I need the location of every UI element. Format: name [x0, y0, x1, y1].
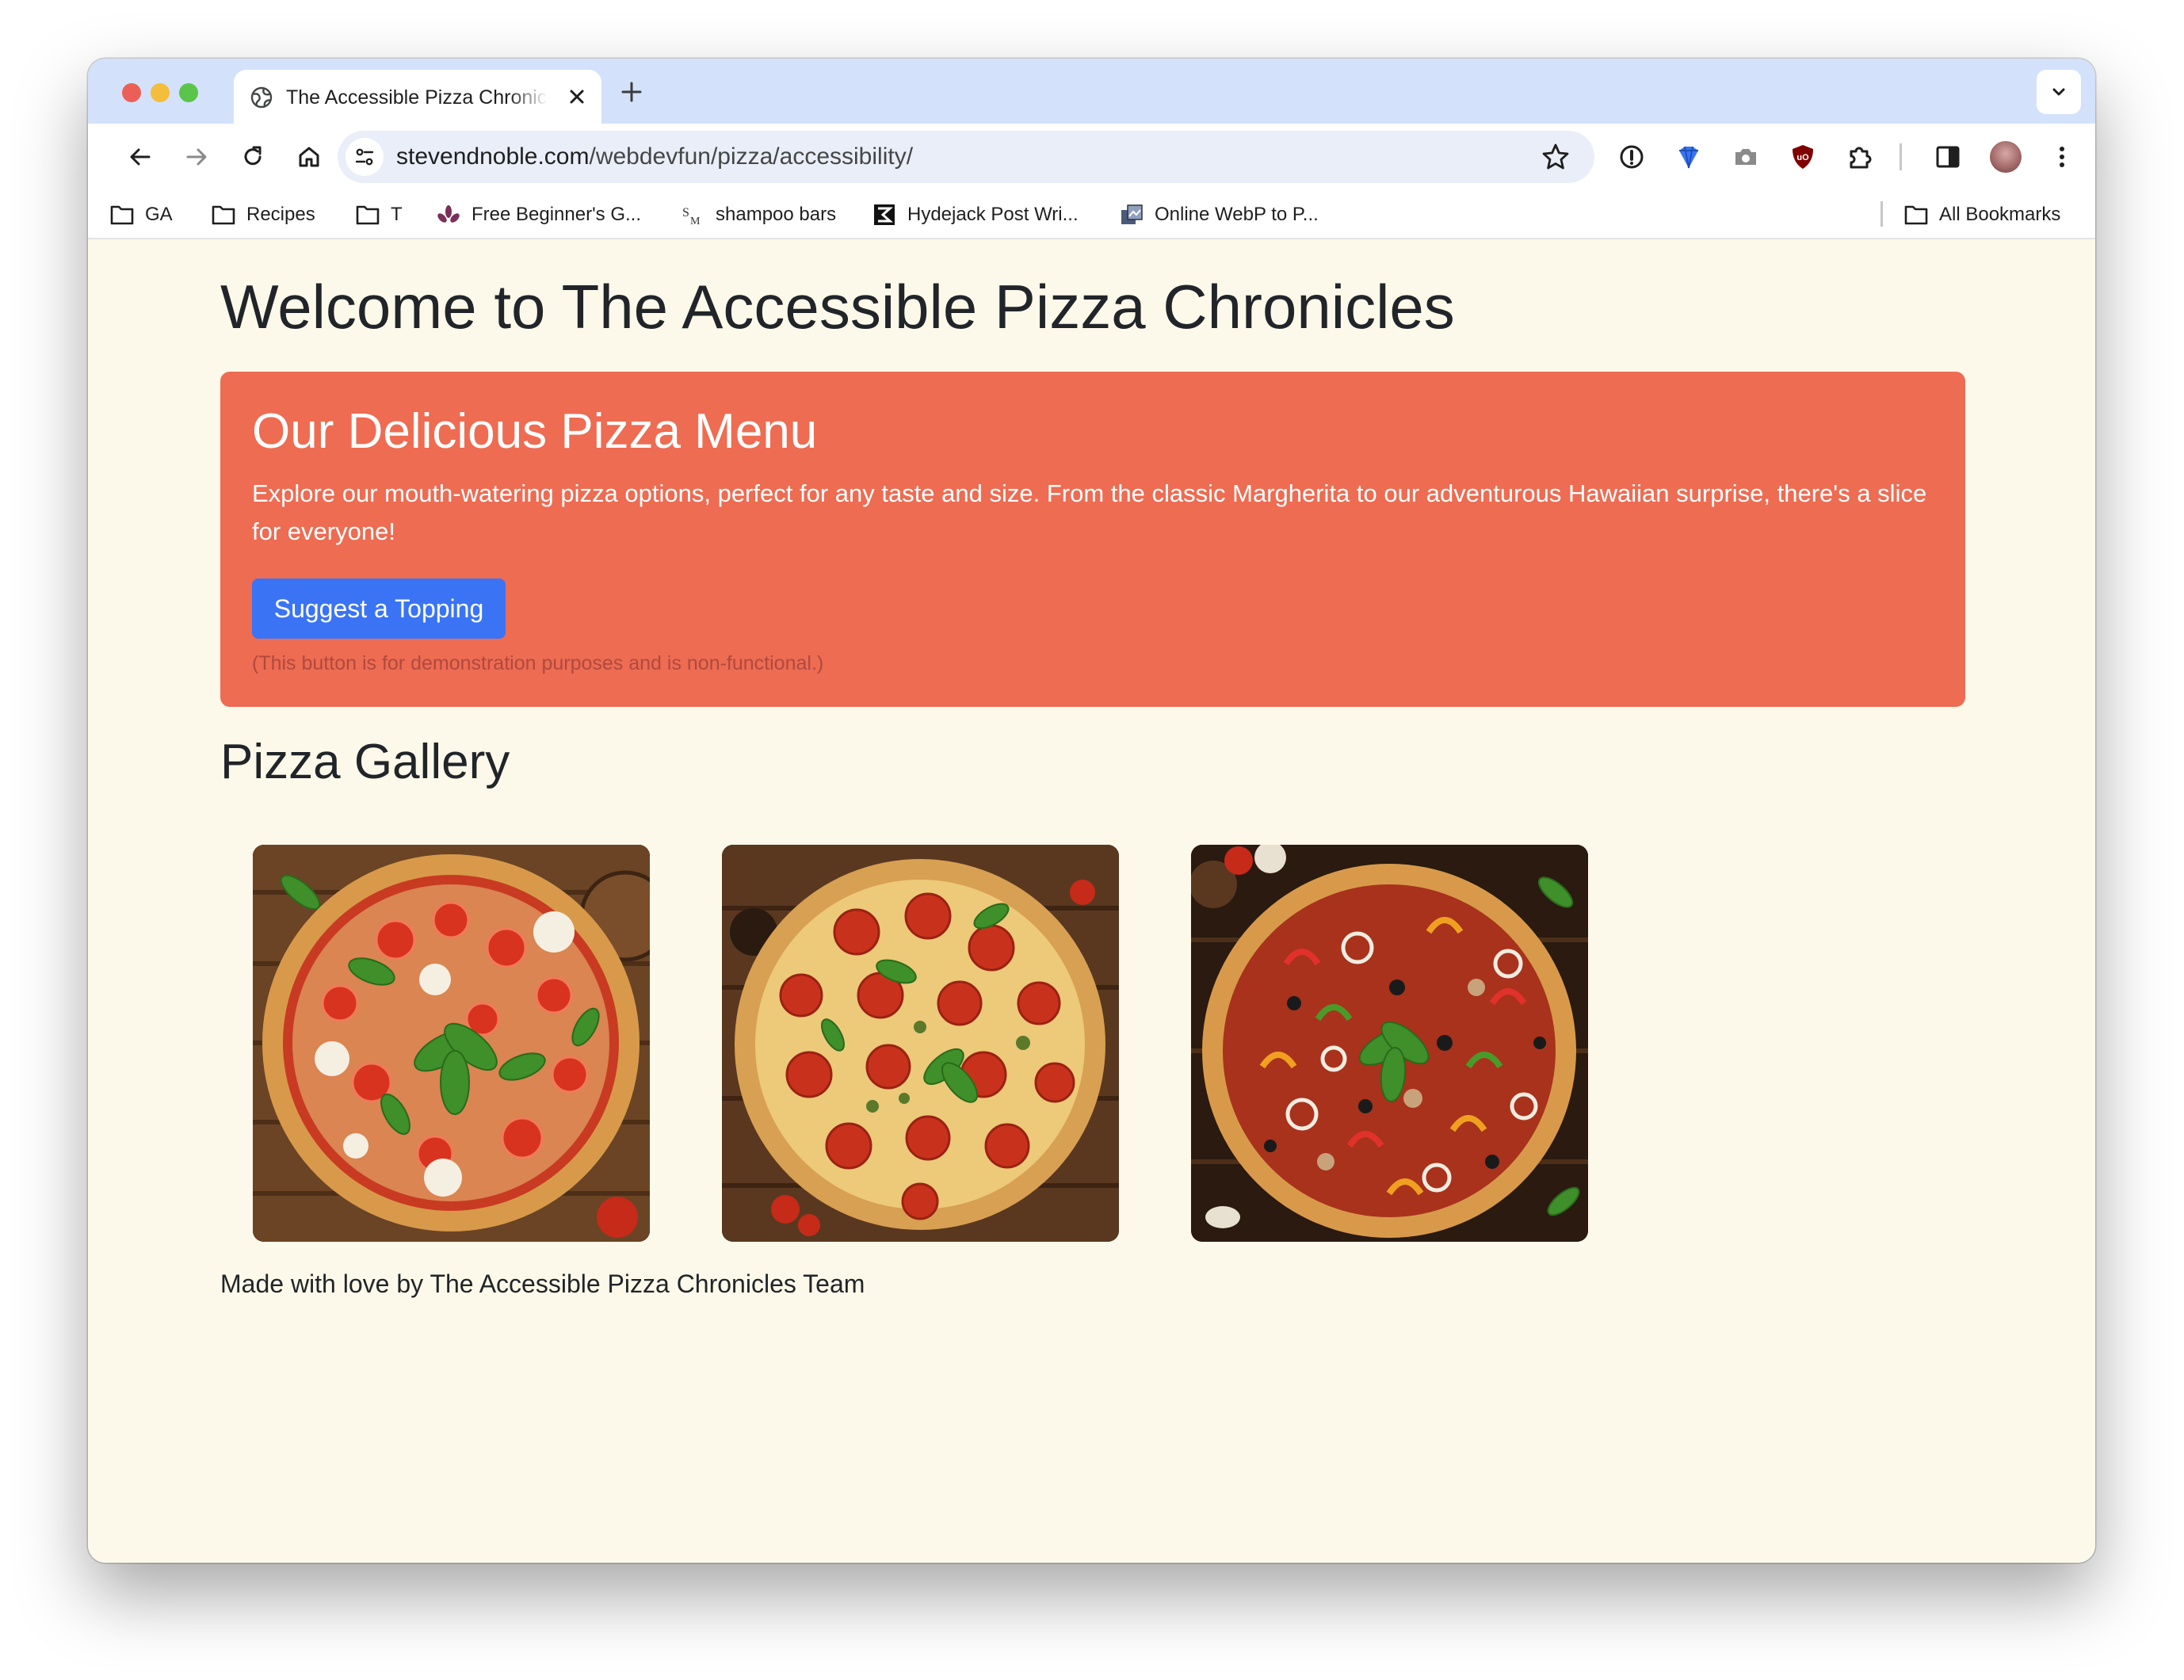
screenshot-extension[interactable]: [1729, 140, 1762, 174]
all-bookmarks-label: All Bookmarks: [1939, 204, 2061, 225]
hero-description: Explore our mouth-watering pizza options…: [252, 479, 1927, 545]
new-tab-icon[interactable]: [619, 79, 644, 105]
profile-avatar[interactable]: [1990, 141, 2022, 173]
browser-menu-button[interactable]: [2045, 140, 2079, 174]
info-circle-icon: [1620, 145, 1644, 169]
url-text[interactable]: stevendnoble.com/webdevfun/pizza/accessi…: [396, 143, 913, 171]
active-tab[interactable]: The Accessible Pizza Chronicles: [234, 70, 601, 124]
puzzle-icon: [1850, 147, 1872, 169]
close-window-button[interactable]: [122, 83, 141, 102]
folder-icon: [356, 205, 380, 225]
pizza-image-pepperoni: [722, 845, 1119, 1242]
folder-icon: [1904, 205, 1928, 225]
browser-toolbar: stevendnoble.com/webdevfun/pizza/accessi…: [88, 124, 2095, 190]
toolbar-separator: [1900, 143, 1902, 170]
svg-text:S: S: [682, 206, 689, 220]
site-info-button[interactable]: [346, 138, 384, 176]
side-panel-button[interactable]: [1931, 140, 1964, 174]
footer-text: Made with love by The Accessible Pizza C…: [220, 1270, 865, 1298]
url-path: /webdevfun/pizza/accessibility/: [589, 143, 914, 170]
home-button[interactable]: [292, 140, 326, 174]
shield-icon: uO: [1793, 145, 1813, 169]
bookmark-label: Recipes: [246, 204, 315, 225]
svg-text:uO: uO: [1796, 153, 1809, 162]
tab-title: The Accessible Pizza Chronicles: [286, 86, 548, 109]
chevron-down-icon: [2052, 88, 2065, 96]
tune-icon: [355, 148, 374, 166]
home-icon: [299, 147, 319, 167]
arrow-right-icon: [186, 148, 207, 166]
diamond-icon: [1679, 146, 1698, 169]
pizza-menu-hero: Our Delicious Pizza Menu Explore our mou…: [220, 372, 1965, 707]
arrow-left-icon: [130, 148, 151, 166]
maximize-window-button[interactable]: [179, 83, 198, 102]
side-panel-icon: [1936, 146, 1960, 168]
tab-strip: The Accessible Pizza Chronicles: [88, 59, 2095, 124]
bookmark-label: Online WebP to P...: [1155, 204, 1319, 225]
bookmarks-bar: GA Recipes T Free Beginner's G... S M sh…: [88, 190, 2095, 239]
browser-window: The Accessible Pizza Chronicles stevendn…: [88, 59, 2095, 1563]
tab-search-button[interactable]: [2037, 70, 2081, 114]
page-title: Welcome to The Accessible Pizza Chronicl…: [220, 272, 1455, 342]
reload-icon: [244, 146, 262, 166]
diamond-extension[interactable]: [1672, 140, 1705, 174]
sm-favicon-icon: S M: [682, 206, 701, 226]
close-tab-icon[interactable]: [565, 85, 589, 109]
address-bar[interactable]: stevendnoble.com/webdevfun/pizza/accessi…: [338, 131, 1594, 183]
image-convert-favicon-icon: [1121, 204, 1143, 224]
page-content: Welcome to The Accessible Pizza Chronicl…: [88, 239, 2095, 1563]
camera-icon: [1735, 149, 1756, 165]
minimize-window-button[interactable]: [151, 83, 170, 102]
more-vertical-icon: [2060, 147, 2064, 167]
bookmarks-separator: [1880, 201, 1883, 227]
extensions-button[interactable]: [1843, 140, 1877, 174]
folder-icon: [110, 205, 134, 225]
bookmark-label: GA: [145, 204, 173, 225]
bookmark-label: Hydejack Post Wri...: [907, 204, 1079, 225]
hydejack-favicon-icon: [874, 204, 895, 225]
suggest-topping-button[interactable]: Suggest a Topping: [252, 578, 506, 639]
button-disclaimer: (This button is for demonstration purpos…: [252, 652, 824, 674]
bookmark-label: shampoo bars: [716, 204, 837, 225]
back-button[interactable]: [124, 140, 157, 174]
bookmark-star-icon[interactable]: [1541, 142, 1571, 172]
gallery-heading: Pizza Gallery: [220, 735, 510, 789]
pizza-image-veggie: [1191, 845, 1588, 1242]
forward-button[interactable]: [180, 140, 213, 174]
url-host: stevendnoble.com: [396, 143, 590, 170]
svg-text:M: M: [690, 216, 701, 226]
bookmark-label: Free Beginner's G...: [472, 204, 642, 225]
bookmark-label: T: [391, 204, 403, 225]
ublock-extension[interactable]: uO: [1786, 140, 1819, 174]
password-manager-extension[interactable]: [1615, 140, 1648, 174]
pizza-image-margherita: [253, 845, 650, 1242]
folder-icon: [212, 205, 235, 225]
leaf-favicon-icon: [437, 205, 460, 223]
reload-button[interactable]: [236, 140, 269, 174]
globe-icon: [250, 86, 273, 109]
hero-heading: Our Delicious Pizza Menu: [252, 404, 818, 459]
